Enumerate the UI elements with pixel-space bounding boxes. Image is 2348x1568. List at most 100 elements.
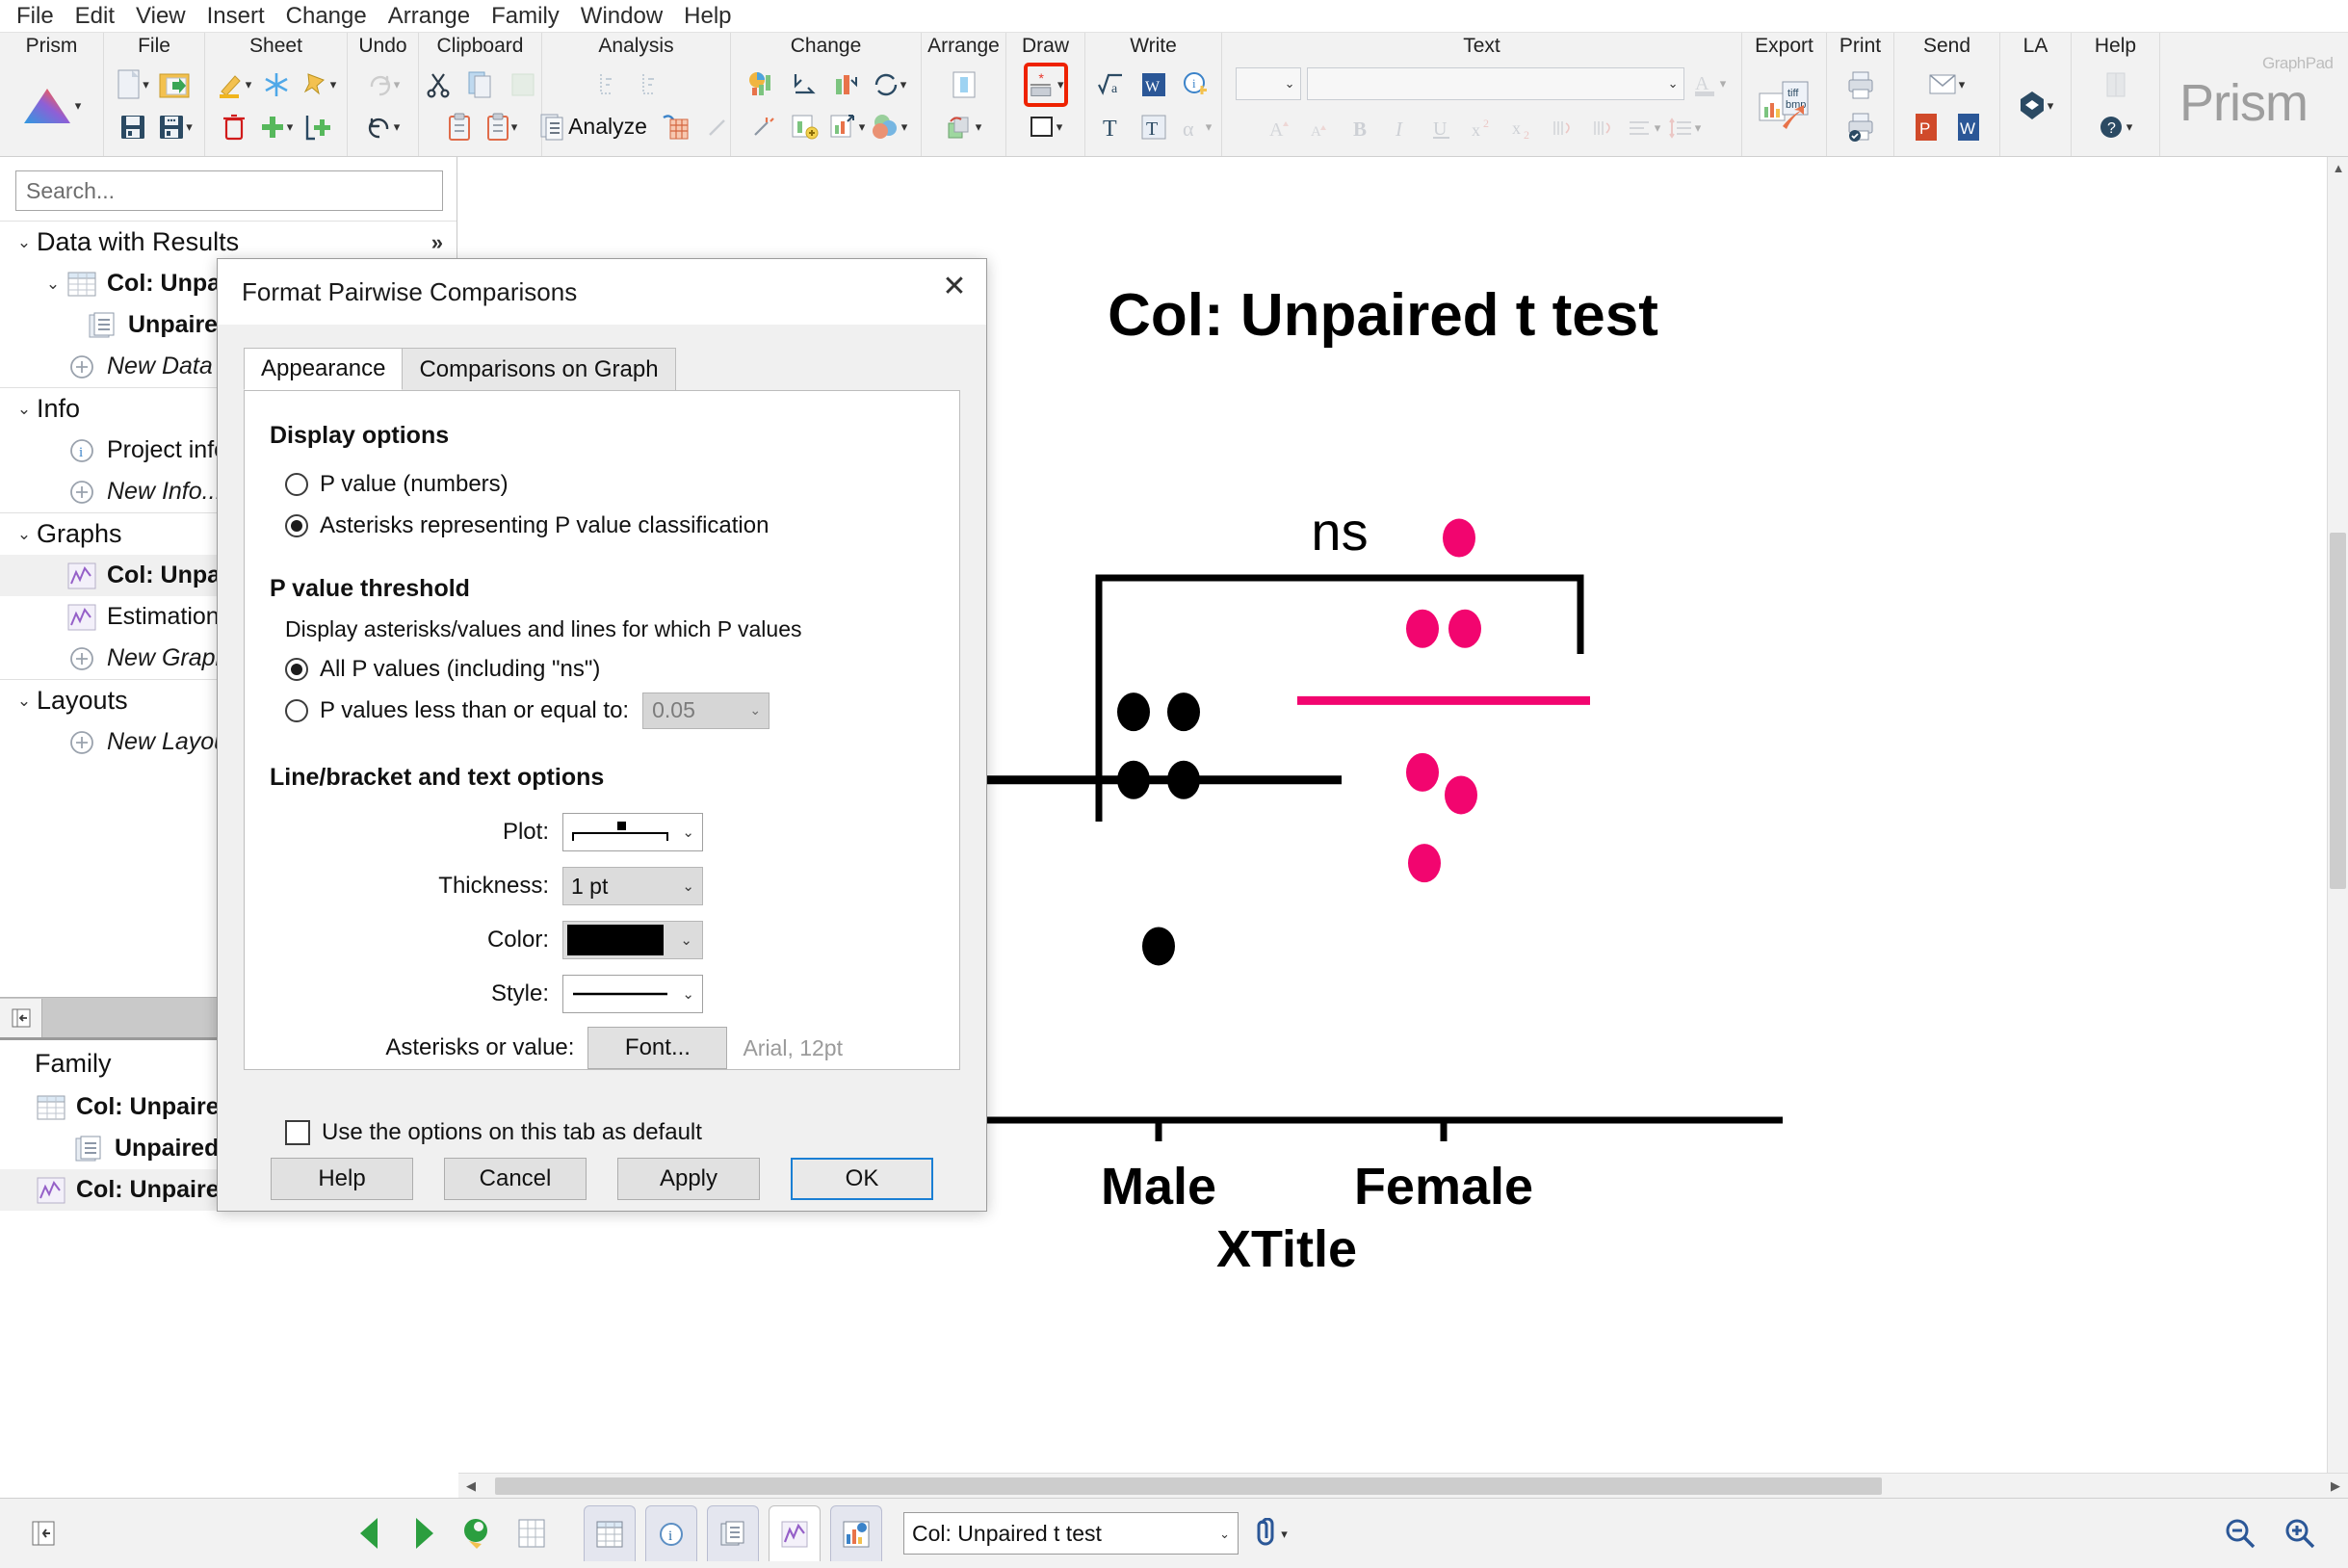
- insert-text-button[interactable]: T: [1092, 108, 1131, 146]
- bold-button[interactable]: B: [1342, 109, 1380, 147]
- checkbox-indicator[interactable]: [285, 1120, 310, 1145]
- font-family-select[interactable]: ⌄: [1306, 66, 1684, 100]
- draw-rectangle-button[interactable]: ▾: [1027, 108, 1065, 146]
- significance-annotation[interactable]: ns: [1311, 501, 1368, 562]
- arrange-frame-button[interactable]: [945, 65, 983, 104]
- radio-p-value-numbers[interactable]: P value (numbers): [270, 463, 934, 505]
- print-preview-button[interactable]: [1841, 108, 1880, 146]
- tab-data-table[interactable]: [584, 1505, 636, 1561]
- export-image-button[interactable]: tiff bmp: [1753, 74, 1816, 138]
- horizontal-scrollbar[interactable]: ◀ ▶: [458, 1473, 2348, 1498]
- vertical-scroll-thumb[interactable]: [2330, 533, 2346, 889]
- tab-graphs[interactable]: [769, 1505, 821, 1561]
- underline-button[interactable]: U: [1422, 109, 1461, 147]
- plot-style-select[interactable]: ⌄: [562, 813, 703, 851]
- tab-appearance[interactable]: Appearance: [244, 348, 404, 390]
- paste-button[interactable]: [440, 108, 479, 146]
- open-file-button[interactable]: [156, 65, 195, 104]
- print-button[interactable]: [1841, 65, 1880, 104]
- insert-greek-button[interactable]: α ▾: [1177, 108, 1215, 146]
- data-point[interactable]: [1117, 693, 1150, 732]
- search-sheet-button[interactable]: [455, 1508, 501, 1558]
- radio-p-values-less-than[interactable]: P values less than or equal to: 0.05 ⌄: [270, 690, 934, 731]
- subscript-button[interactable]: x2: [1503, 109, 1542, 147]
- menu-item-file[interactable]: File: [6, 1, 65, 32]
- help-book-button[interactable]: [2097, 65, 2135, 104]
- data-point[interactable]: [1406, 752, 1439, 792]
- apply-button[interactable]: Apply: [617, 1157, 760, 1200]
- help-button[interactable]: Help: [271, 1157, 413, 1200]
- menu-item-window[interactable]: Window: [570, 1, 673, 32]
- redo-button[interactable]: ▾: [364, 65, 403, 104]
- line-spacing-button[interactable]: ▾: [1665, 109, 1704, 147]
- labarchives-button[interactable]: ▾: [2017, 87, 2055, 125]
- data-point[interactable]: [1408, 844, 1441, 883]
- pin-sheet-button[interactable]: ▾: [300, 65, 338, 104]
- menu-item-arrange[interactable]: Arrange: [378, 1, 481, 32]
- horizontal-scroll-thumb[interactable]: [495, 1477, 1882, 1495]
- collapse-navigator-button[interactable]: [0, 998, 42, 1037]
- scroll-up-icon[interactable]: ▲: [2328, 157, 2348, 178]
- align-text-button[interactable]: ▾: [1625, 109, 1663, 147]
- tab-results[interactable]: [707, 1505, 759, 1561]
- change-magic-button[interactable]: [744, 108, 782, 146]
- data-point[interactable]: [1445, 775, 1477, 815]
- analysis-grid-button[interactable]: [656, 108, 694, 146]
- change-refresh-button[interactable]: ▾: [871, 65, 909, 104]
- search-input[interactable]: [15, 170, 443, 211]
- save-button[interactable]: [114, 108, 152, 146]
- change-scale-button[interactable]: ▾: [828, 108, 867, 146]
- highlight-sheet-button[interactable]: ▾: [215, 65, 253, 104]
- line-style-select[interactable]: ⌄: [562, 975, 703, 1013]
- analysis-results-button[interactable]: [596, 65, 635, 104]
- sheet-selector[interactable]: Col: Unpaired t test ⌄: [903, 1512, 1239, 1555]
- help-question-button[interactable]: ? ▾: [2097, 108, 2135, 146]
- vertical-scrollbar[interactable]: ▲ ▼: [2327, 157, 2348, 1498]
- zoom-in-button[interactable]: [2277, 1508, 2323, 1558]
- send-email-button[interactable]: ▾: [1928, 65, 1967, 104]
- send-powerpoint-button[interactable]: P: [1907, 108, 1945, 146]
- font-color-button[interactable]: A ▾: [1690, 65, 1729, 103]
- save-as-button[interactable]: ▾: [156, 108, 195, 146]
- analyze-button[interactable]: Analyze: [535, 108, 652, 146]
- superscript-button[interactable]: x2: [1463, 109, 1501, 147]
- font-button[interactable]: Font...: [587, 1027, 728, 1069]
- add-data-set-button[interactable]: [786, 108, 824, 146]
- menu-item-change[interactable]: Change: [275, 1, 378, 32]
- link-sheet-button[interactable]: ▾: [1246, 1508, 1292, 1558]
- undo-button[interactable]: ▾: [364, 108, 403, 146]
- scroll-right-icon[interactable]: ▶: [2323, 1474, 2348, 1499]
- scroll-left-icon[interactable]: ◀: [458, 1474, 483, 1499]
- restore-navigator-button[interactable]: [20, 1508, 66, 1558]
- arrange-order-button[interactable]: ▾: [945, 108, 983, 146]
- tab-info[interactable]: i: [645, 1505, 697, 1561]
- radio-asterisks-classification[interactable]: Asterisks representing P value classific…: [270, 505, 934, 546]
- data-point[interactable]: [1142, 927, 1175, 966]
- decrease-font-button[interactable]: A: [1301, 109, 1340, 147]
- insert-word-object-button[interactable]: W: [1135, 65, 1173, 104]
- insert-sheet-button[interactable]: [300, 108, 338, 146]
- p-value-threshold-input[interactable]: 0.05 ⌄: [642, 692, 770, 729]
- change-axes-button[interactable]: [786, 65, 824, 104]
- close-icon[interactable]: ✕: [923, 259, 986, 313]
- data-series-male[interactable]: [976, 693, 1342, 966]
- prism-logo-button[interactable]: ▾: [17, 87, 87, 125]
- thickness-select[interactable]: 1 pt ⌄: [562, 867, 703, 905]
- data-point[interactable]: [1167, 693, 1200, 732]
- data-series-female[interactable]: [1297, 518, 1590, 883]
- freeze-sheet-button[interactable]: [257, 65, 296, 104]
- text-wrap-right-button[interactable]: [1584, 109, 1623, 147]
- change-graph-type-button[interactable]: [744, 65, 782, 104]
- draw-pairwise-comparison-button[interactable]: * ▾: [1023, 62, 1068, 107]
- use-as-default-checkbox-row[interactable]: Use the options on this tab as default: [270, 1119, 934, 1146]
- text-wrap-left-button[interactable]: [1544, 109, 1582, 147]
- nav-header-data-with-results[interactable]: ⌄ Data with Results »: [0, 222, 457, 263]
- menu-item-insert[interactable]: Insert: [196, 1, 275, 32]
- menu-item-edit[interactable]: Edit: [65, 1, 125, 32]
- italic-button[interactable]: I: [1382, 109, 1421, 147]
- font-size-select[interactable]: ⌄: [1235, 66, 1301, 100]
- cancel-button[interactable]: Cancel: [444, 1157, 587, 1200]
- data-point[interactable]: [1406, 609, 1439, 648]
- insert-info-button[interactable]: i: [1177, 65, 1215, 104]
- add-sheet-button[interactable]: ▾: [257, 108, 296, 146]
